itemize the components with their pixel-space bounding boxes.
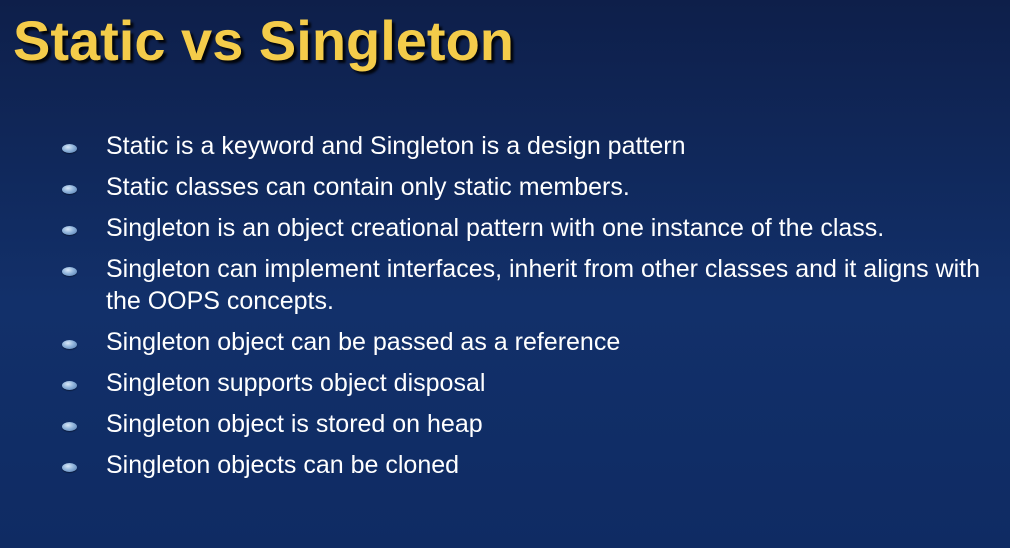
bullet-text: Static is a keyword and Singleton is a d… [106,132,686,160]
bullet-text: Singleton object is stored on heap [106,410,483,438]
bullet-icon [62,340,77,349]
slide-title: Static vs Singleton [13,9,514,72]
bullet-icon [62,381,77,390]
list-item: Singleton objects can be cloned [58,449,988,481]
list-item: Static is a keyword and Singleton is a d… [58,130,988,162]
bullet-text: Singleton objects can be cloned [106,451,460,479]
bullet-icon [62,463,77,472]
slide: Static vs Singleton Static is a keyword … [0,0,1010,548]
bullet-icon [62,422,77,431]
bullet-text: Singleton supports object disposal [106,369,486,397]
list-item: Singleton supports object disposal [58,367,988,399]
list-item: Singleton object can be passed as a refe… [58,326,988,358]
bullet-icon [62,226,77,235]
bullet-icon [62,185,77,194]
bullet-text: Static classes can contain only static m… [106,173,630,201]
list-item: Singleton can implement interfaces, inhe… [58,253,988,317]
list-item: Static classes can contain only static m… [58,171,988,203]
bullet-icon [62,144,77,153]
bullet-text: Singleton can implement interfaces, inhe… [106,255,981,315]
bullet-icon [62,267,77,276]
list-item: Singleton is an object creational patter… [58,212,988,244]
bullet-list: Static is a keyword and Singleton is a d… [58,130,988,490]
bullet-text: Singleton object can be passed as a refe… [106,328,621,356]
bullet-text: Singleton is an object creational patter… [106,214,885,242]
list-item: Singleton object is stored on heap [58,408,988,440]
